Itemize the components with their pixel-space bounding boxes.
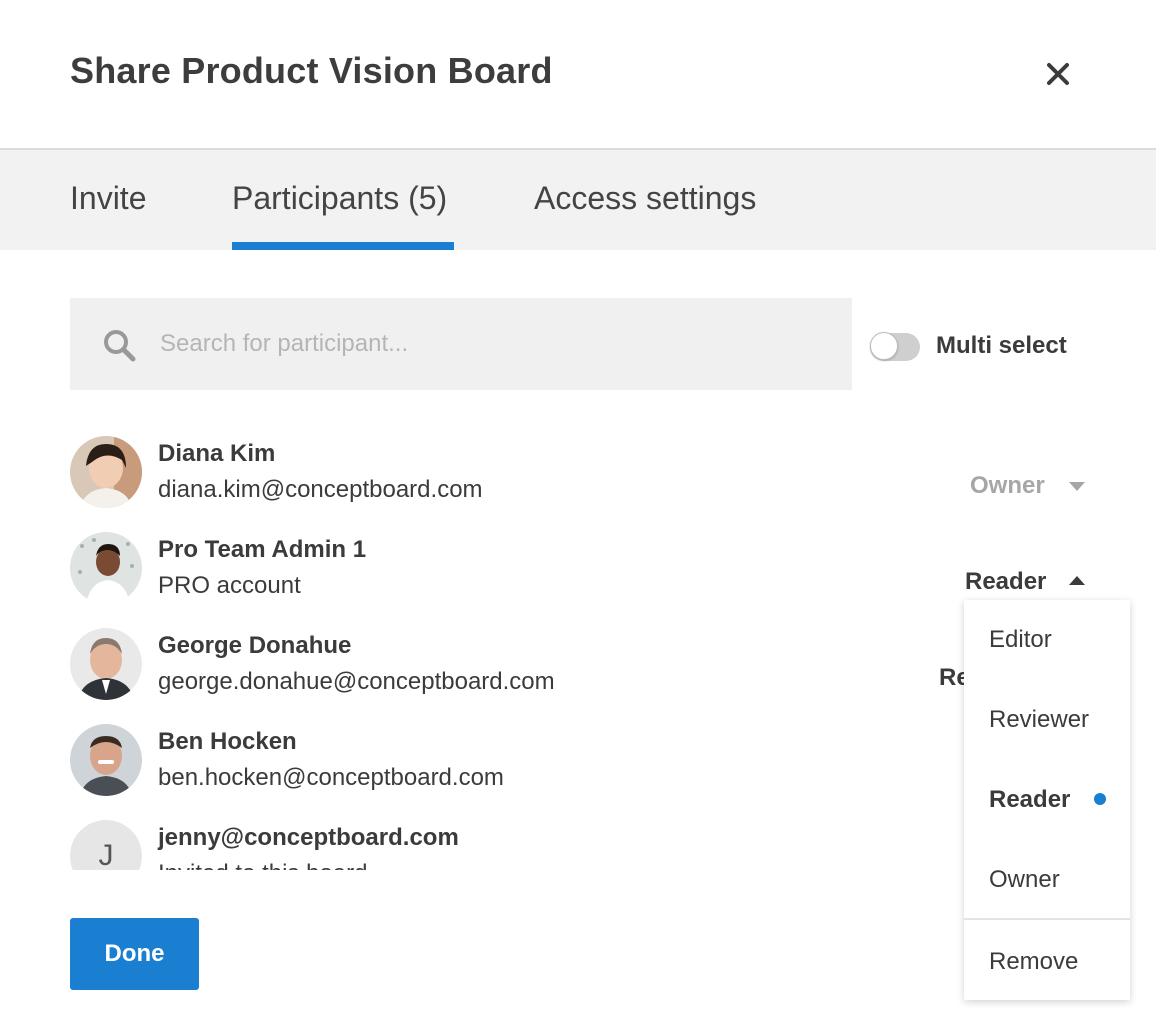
done-button[interactable]: Done (70, 918, 199, 990)
role-selector-owner: Owner (970, 472, 1045, 499)
dialog-header: Share Product Vision Board (0, 0, 1156, 148)
search-icon (104, 330, 136, 362)
avatar (70, 724, 142, 796)
multi-select-label: Multi select (936, 332, 1067, 359)
dialog-title: Share Product Vision Board (70, 50, 553, 91)
tab-invite[interactable]: Invite (70, 180, 146, 217)
participant-subtitle: Invited to this board (158, 860, 367, 870)
role-option-editor[interactable]: Editor (989, 626, 1052, 654)
multi-select-toggle[interactable] (870, 332, 920, 361)
active-tab-indicator (232, 242, 454, 250)
tab-bar: Invite Participants (5) Access settings (0, 148, 1156, 250)
participant-name: jenny@conceptboard.com (158, 824, 459, 851)
chevron-up-icon (1069, 576, 1085, 585)
role-option-owner[interactable]: Owner (989, 866, 1060, 894)
participant-row: Diana Kim diana.kim@conceptboard.com Own… (0, 420, 1156, 516)
tab-access-settings[interactable]: Access settings (534, 180, 756, 217)
participant-name: Ben Hocken (158, 728, 297, 755)
avatar: J (70, 820, 142, 870)
selected-indicator-dot (1094, 793, 1106, 805)
avatar (70, 436, 142, 508)
role-option-reviewer[interactable]: Reviewer (989, 706, 1089, 734)
participant-name: Diana Kim (158, 440, 276, 467)
role-dropdown-menu: Editor Reviewer Reader Owner Remove (964, 600, 1130, 1000)
chevron-down-icon (1069, 482, 1085, 491)
participant-email: george.donahue@conceptboard.com (158, 668, 555, 695)
participant-email: ben.hocken@conceptboard.com (158, 764, 504, 791)
menu-divider (964, 918, 1130, 920)
search-input[interactable] (160, 324, 820, 364)
close-icon[interactable] (1040, 56, 1076, 92)
participant-email: diana.kim@conceptboard.com (158, 476, 483, 503)
role-selector-reader[interactable]: Reader (965, 568, 1046, 596)
role-option-reader[interactable]: Reader (989, 786, 1070, 814)
participant-subtitle: PRO account (158, 572, 301, 599)
tab-participants[interactable]: Participants (5) (232, 180, 447, 217)
participant-name: George Donahue (158, 632, 352, 659)
avatar (70, 628, 142, 700)
avatar (70, 532, 142, 604)
remove-participant-option[interactable]: Remove (989, 948, 1078, 976)
participant-row: Pro Team Admin 1 PRO account Reader (0, 516, 1156, 612)
participant-name: Pro Team Admin 1 (158, 536, 367, 563)
search-box (70, 298, 852, 390)
toggle-knob (870, 332, 898, 360)
